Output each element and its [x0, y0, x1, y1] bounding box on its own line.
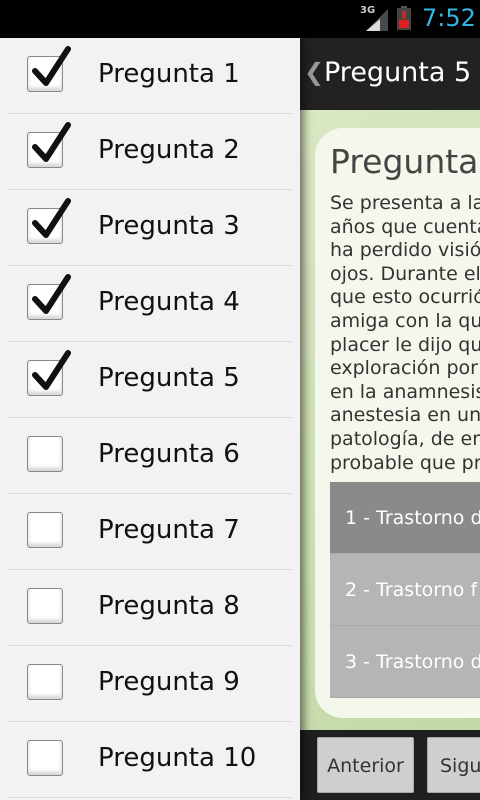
checkbox-checked[interactable] [27, 274, 71, 320]
drawer-item[interactable]: Pregunta 5 [0, 342, 300, 418]
drawer-item[interactable]: Pregunta 7 [0, 494, 300, 570]
clock: 7:52 [422, 4, 476, 32]
drawer-item-label: Pregunta 3 [98, 211, 240, 241]
drawer-item-label: Pregunta 6 [98, 439, 240, 469]
drawer-item-label: Pregunta 8 [98, 591, 240, 621]
question-drawer: Pregunta 1 Pregunta 2 Pregunta 3 Pregunta 4… [0, 38, 300, 800]
answer-option[interactable]: 2 - Trastorno f [330, 554, 480, 626]
drawer-item-label: Pregunta 10 [98, 743, 257, 773]
drawer-item-label: Pregunta 2 [98, 135, 240, 165]
checkbox-unchecked[interactable] [27, 436, 63, 472]
drawer-item-label: Pregunta 7 [98, 515, 240, 545]
checkbox-checked[interactable] [27, 46, 71, 92]
drawer-item-label: Pregunta 1 [98, 59, 240, 89]
checkmark-icon [32, 46, 71, 86]
checkmark-icon [32, 122, 71, 162]
drawer-item[interactable]: Pregunta 8 [0, 570, 300, 646]
bottom-bar: Anterior Sigu [300, 730, 480, 800]
drawer-item[interactable]: Pregunta 6 [0, 418, 300, 494]
checkbox-checked[interactable] [27, 350, 71, 396]
checkmark-icon [32, 350, 71, 390]
action-bar: ❮ Pregunta 5 [300, 38, 480, 110]
checkbox-unchecked[interactable] [27, 588, 63, 624]
drawer-item[interactable]: Pregunta 3 [0, 190, 300, 266]
drawer-item-label: Pregunta 4 [98, 287, 240, 317]
checkmark-icon [32, 198, 71, 238]
drawer-item[interactable]: Pregunta 9 [0, 646, 300, 722]
signal-bars-icon [366, 9, 388, 31]
checkbox-unchecked[interactable] [27, 664, 63, 700]
question-title: Pregunta [330, 142, 479, 181]
question-card: Pregunta Se presenta a la años que cuent… [315, 128, 480, 718]
checkbox-unchecked[interactable] [27, 740, 63, 776]
checkbox-unchecked[interactable] [27, 512, 63, 548]
drawer-item-label: Pregunta 5 [98, 363, 240, 393]
question-screen: ❮ Pregunta 5 Pregunta Se presenta a la a… [300, 38, 480, 800]
answer-option[interactable]: 3 - Trastorno d [330, 626, 480, 698]
checkbox-checked[interactable] [27, 198, 71, 244]
drawer-item[interactable]: Pregunta 4 [0, 266, 300, 342]
divider [8, 797, 292, 798]
chevron-left-icon[interactable]: ❮ [304, 58, 324, 86]
battery-low-icon [397, 6, 411, 30]
status-bar: 3G 7:52 [0, 0, 480, 38]
checkbox-checked[interactable] [27, 122, 71, 168]
checkmark-icon [32, 274, 71, 314]
answer-list: 1 - Trastorno d 2 - Trastorno f 3 - Tras… [330, 482, 480, 698]
drawer-item[interactable]: Pregunta 10 [0, 722, 300, 798]
question-text: Se presenta a la años que cuenta ha perd… [330, 192, 480, 474]
answer-option[interactable]: 1 - Trastorno d [330, 482, 480, 554]
next-button[interactable]: Sigu [427, 737, 480, 793]
screen-title: Pregunta 5 [324, 57, 472, 88]
drawer-item[interactable]: Pregunta 2 [0, 114, 300, 190]
drawer-item-label: Pregunta 9 [98, 667, 240, 697]
previous-button[interactable]: Anterior [317, 737, 414, 793]
drawer-item[interactable]: Pregunta 1 [0, 38, 300, 114]
